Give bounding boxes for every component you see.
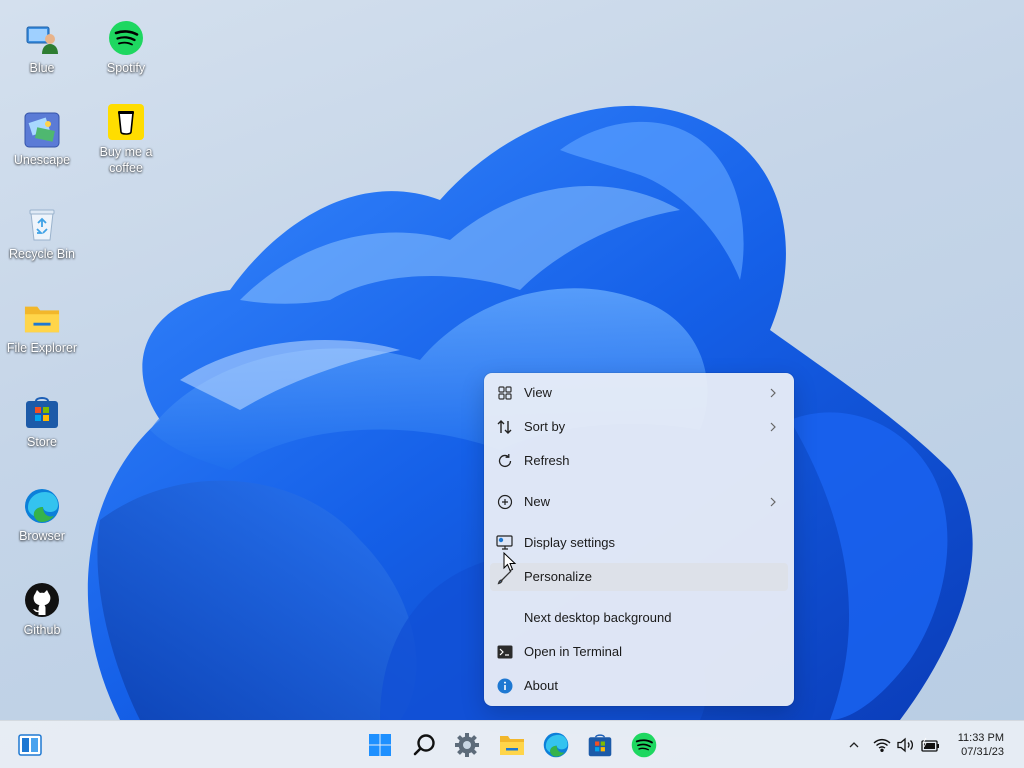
chevron-up-icon[interactable]	[844, 735, 864, 755]
desktop-context-menu: View Sort by Refresh New Display setting…	[484, 373, 794, 706]
menu-item-personalize[interactable]: Personalize	[490, 563, 788, 591]
start-button[interactable]	[364, 729, 396, 761]
desktop-icon-label: Buy me a coffee	[99, 145, 153, 175]
desktop-icon-label: Spotify	[106, 61, 146, 75]
plus-circle-icon	[496, 493, 514, 511]
menu-item-refresh[interactable]: Refresh	[490, 447, 788, 475]
menu-item-label: Personalize	[524, 569, 592, 584]
menu-item-about[interactable]: About	[490, 672, 788, 700]
terminal-icon	[496, 643, 514, 661]
desktop-icon-recycle-bin[interactable]: Recycle Bin	[2, 206, 82, 262]
menu-item-view[interactable]: View	[490, 379, 788, 407]
info-icon	[496, 677, 514, 695]
chevron-right-icon	[768, 495, 778, 509]
menu-item-label: Refresh	[524, 453, 570, 468]
menu-item-label: Display settings	[524, 535, 616, 550]
sort-arrows-icon	[496, 418, 514, 436]
edge-icon	[543, 732, 569, 758]
recycle-bin-icon	[24, 206, 60, 242]
store-taskbar-button[interactable]	[584, 729, 616, 761]
folder-icon	[24, 300, 60, 336]
mouse-pointer-icon	[503, 552, 517, 572]
desktop-icon-unescape[interactable]: Unescape	[2, 112, 82, 168]
coffee-cup-icon	[108, 104, 144, 140]
clock-date: 07/31/23	[961, 746, 1004, 758]
search-button[interactable]	[409, 729, 441, 761]
desktop-icon-blue[interactable]: Blue	[2, 20, 82, 76]
widgets-button[interactable]	[14, 729, 46, 761]
taskbar: 11:33 PM 07/31/23	[0, 720, 1024, 768]
file-explorer-taskbar-button[interactable]	[496, 729, 528, 761]
battery-icon[interactable]	[920, 735, 940, 755]
widgets-icon	[18, 734, 42, 756]
settings-taskbar-button[interactable]	[451, 729, 483, 761]
edge-icon	[24, 488, 60, 524]
unescape-app-icon	[24, 112, 60, 148]
desktop-icon-buy-me-a-coffee[interactable]: Buy me a coffee	[86, 104, 166, 176]
taskbar-clock[interactable]: 11:33 PM 07/31/23	[958, 731, 1004, 759]
edge-taskbar-button[interactable]	[540, 729, 572, 761]
spotify-icon	[108, 20, 144, 56]
desktop-icon-spotify[interactable]: Spotify	[86, 20, 166, 76]
menu-separator	[484, 480, 794, 481]
menu-item-label: Next desktop background	[524, 610, 672, 625]
desktop-icon-label: File Explorer	[6, 341, 78, 355]
volume-icon[interactable]	[896, 735, 916, 755]
desktop-icon-label: Store	[27, 435, 57, 449]
windows-start-icon	[369, 734, 391, 756]
desktop-icon-label: Recycle Bin	[9, 247, 75, 261]
github-icon	[24, 582, 60, 618]
settings-gear-icon	[455, 733, 479, 757]
grid-icon	[496, 384, 514, 402]
desktop-icon-browser[interactable]: Browser	[2, 488, 82, 544]
desktop-icon-label: Blue	[29, 61, 55, 75]
search-icon	[413, 734, 435, 756]
wifi-icon[interactable]	[872, 735, 892, 755]
chevron-right-icon	[768, 420, 778, 434]
desktop[interactable]: Blue Spotify Unescape Buy me a coffee Re…	[0, 0, 1024, 768]
spotify-icon	[631, 732, 657, 758]
desktop-icon-github[interactable]: Github	[2, 582, 82, 638]
menu-item-open-in-terminal[interactable]: Open in Terminal	[490, 638, 788, 666]
clock-time: 11:33 PM	[957, 732, 1004, 744]
desktop-icon-label: Github	[23, 623, 61, 637]
spotify-taskbar-button[interactable]	[628, 729, 660, 761]
menu-item-label: About	[524, 678, 558, 693]
file-explorer-icon	[500, 736, 524, 755]
store-icon	[24, 394, 60, 430]
user-computer-icon	[24, 20, 60, 56]
desktop-icon-label: Browser	[19, 529, 65, 543]
refresh-icon	[496, 452, 514, 470]
display-settings-icon	[496, 534, 514, 552]
menu-item-label: New	[524, 494, 551, 509]
store-icon	[588, 734, 612, 757]
menu-item-new[interactable]: New	[490, 488, 788, 516]
menu-item-label: Open in Terminal	[524, 644, 623, 659]
menu-item-next-desktop-background[interactable]: Next desktop background	[490, 604, 788, 632]
menu-item-label: View	[524, 385, 552, 400]
desktop-icon-file-explorer[interactable]: File Explorer	[2, 300, 82, 356]
menu-item-display-settings[interactable]: Display settings	[490, 529, 788, 557]
desktop-icon-store[interactable]: Store	[2, 394, 82, 450]
menu-item-sort-by[interactable]: Sort by	[490, 413, 788, 441]
chevron-right-icon	[768, 386, 778, 400]
menu-item-label: Sort by	[524, 419, 566, 434]
desktop-icon-label: Unescape	[13, 153, 71, 167]
